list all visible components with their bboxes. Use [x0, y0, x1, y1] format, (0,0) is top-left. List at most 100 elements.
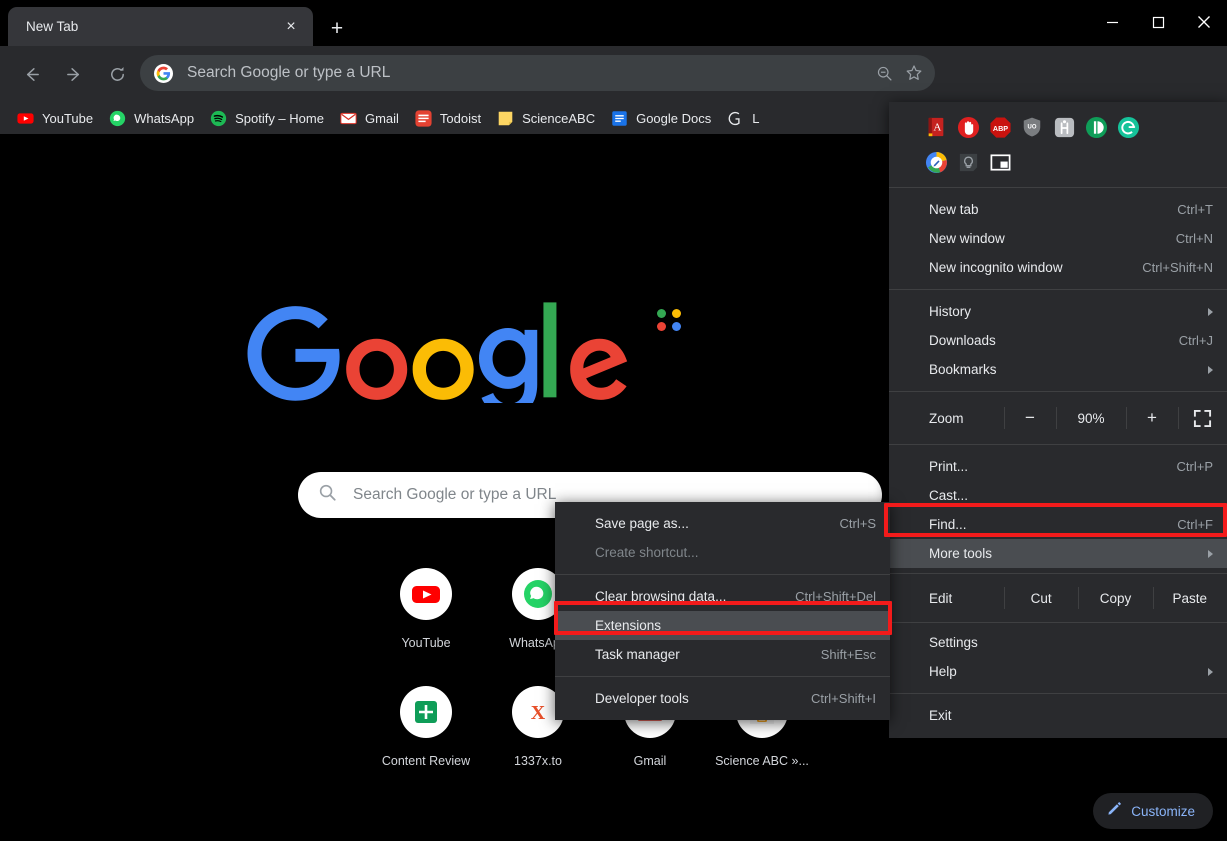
star-icon[interactable] [899, 58, 929, 88]
svg-text:X: X [531, 702, 546, 724]
menu-item-label: Cast... [929, 488, 1213, 503]
menu-item-downloads[interactable]: Downloads Ctrl+J [889, 326, 1227, 355]
bookmark-label: YouTube [42, 111, 93, 126]
menu-item-accel: Ctrl+P [1177, 459, 1213, 474]
shortcut-tile[interactable]: Content Review [370, 672, 482, 768]
zoom-out-icon[interactable] [869, 58, 899, 88]
more-tools-submenu: Save page as... Ctrl+S Create shortcut..… [555, 502, 890, 720]
submenu-item-clear-browsing-data[interactable]: Clear browsing data... Ctrl+Shift+Del [555, 582, 890, 611]
chrome-main-menu: A ABP UO [889, 102, 1227, 738]
menu-item-label: New incognito window [929, 260, 1124, 275]
copy-button[interactable]: Copy [1078, 579, 1152, 617]
bookmark-spotify[interactable]: Spotify – Home [202, 105, 332, 131]
stop-hand-icon[interactable] [955, 114, 981, 140]
google-logo [245, 299, 645, 403]
bookmark-whatsapp[interactable]: WhatsApp [101, 105, 202, 131]
svg-text:ABP: ABP [992, 124, 1007, 132]
menu-item-accel: Ctrl+N [1176, 231, 1213, 246]
submenu-item-save-page-as[interactable]: Save page as... Ctrl+S [555, 509, 890, 538]
bookmark-google-docs[interactable]: Google Docs [603, 105, 719, 131]
menu-item-print[interactable]: Print... Ctrl+P [889, 452, 1227, 481]
submenu-item-task-manager[interactable]: Task manager Shift+Esc [555, 640, 890, 669]
close-tab-icon[interactable]: × [278, 14, 304, 40]
menu-item-help[interactable]: Help [889, 657, 1227, 686]
zoom-in-button[interactable]: + [1126, 399, 1178, 437]
bookmark-todoist[interactable]: Todoist [407, 105, 489, 131]
address-bar[interactable]: Search Google or type a URL [140, 55, 935, 91]
bookmark-scienceabc[interactable]: ScienceABC [489, 105, 603, 131]
shortcut-label: Gmail [634, 754, 667, 768]
menu-item-accel: Ctrl+J [1179, 333, 1213, 348]
back-icon[interactable] [14, 57, 48, 91]
menu-item-label: More tools [929, 546, 1196, 561]
menu-item-exit[interactable]: Exit [889, 701, 1227, 730]
svg-text:A: A [933, 122, 941, 134]
content-review-icon [400, 686, 452, 738]
menu-item-new-incognito-window[interactable]: New incognito window Ctrl+Shift+N [889, 253, 1227, 282]
address-bar-text: Search Google or type a URL [187, 64, 869, 82]
menu-item-accel: Ctrl+F [1177, 517, 1213, 532]
menu-item-label: Help [929, 664, 1196, 679]
apps-dot [672, 309, 681, 318]
menu-item-history[interactable]: History [889, 297, 1227, 326]
note-lightbulb-icon[interactable] [955, 149, 981, 175]
menu-item-label: New window [929, 231, 1158, 246]
shortcut-label: YouTube [401, 636, 450, 650]
menu-separator [889, 187, 1227, 188]
cut-button[interactable]: Cut [1004, 579, 1078, 617]
new-tab-button[interactable]: + [322, 14, 352, 44]
menu-edit-row: Edit Cut Copy Paste [889, 579, 1227, 617]
menu-item-more-tools[interactable]: More tools [889, 539, 1227, 568]
zoom-label: Zoom [889, 399, 1004, 437]
zoom-out-button[interactable]: − [1004, 399, 1056, 437]
menu-zoom-row: Zoom − 90% + [889, 399, 1227, 437]
menu-extension-row-2 [889, 144, 1227, 180]
menu-item-find[interactable]: Find... Ctrl+F [889, 510, 1227, 539]
menu-item-label: History [929, 304, 1196, 319]
menu-item-label: Clear browsing data... [595, 589, 777, 604]
bookmark-partial[interactable]: L [719, 105, 767, 131]
menu-separator [889, 573, 1227, 574]
apps-dot [672, 322, 681, 331]
menu-item-new-tab[interactable]: New tab Ctrl+T [889, 195, 1227, 224]
bookmark-label: Google Docs [636, 111, 711, 126]
honey-icon[interactable] [1051, 114, 1077, 140]
bookmark-label: Spotify – Home [235, 111, 324, 126]
menu-item-bookmarks[interactable]: Bookmarks [889, 355, 1227, 384]
shortcut-tile[interactable]: YouTube [370, 554, 482, 650]
forward-icon[interactable] [57, 57, 91, 91]
menu-item-settings[interactable]: Settings [889, 628, 1227, 657]
adblock-plus-icon[interactable]: ABP [987, 114, 1013, 140]
grammarly-icon[interactable] [1115, 114, 1141, 140]
ublock-origin-icon[interactable]: UO [1019, 114, 1045, 140]
browser-tab[interactable]: New Tab × [8, 7, 313, 46]
picture-in-picture-icon[interactable] [987, 149, 1013, 175]
paste-button[interactable]: Paste [1153, 579, 1227, 617]
reload-icon[interactable] [100, 57, 134, 91]
menu-item-cast[interactable]: Cast... [889, 481, 1227, 510]
menu-extension-row-1: A ABP UO [889, 110, 1227, 144]
close-icon[interactable] [1181, 0, 1227, 44]
google-keep-icon[interactable] [923, 149, 949, 175]
fullscreen-icon[interactable] [1178, 399, 1227, 437]
bookmark-gmail[interactable]: Gmail [332, 105, 407, 131]
bookmark-youtube[interactable]: YouTube [9, 105, 101, 131]
submenu-arrow-icon [1208, 668, 1213, 676]
minimize-icon[interactable] [1089, 0, 1135, 44]
submenu-item-developer-tools[interactable]: Developer tools Ctrl+Shift+I [555, 684, 890, 713]
todoist-icon [415, 110, 432, 127]
menu-item-new-window[interactable]: New window Ctrl+N [889, 224, 1227, 253]
dictionary-icon[interactable]: A [923, 114, 949, 140]
menu-item-label: New tab [929, 202, 1159, 217]
shortcut-label: 1337x.to [514, 754, 562, 768]
submenu-item-extensions[interactable]: Extensions [555, 611, 890, 640]
pocket-icon[interactable] [1083, 114, 1109, 140]
submenu-arrow-icon [1208, 550, 1213, 558]
apps-dots-indicator[interactable] [657, 309, 683, 331]
menu-separator [889, 391, 1227, 392]
generic-site-icon [727, 110, 744, 127]
customize-button[interactable]: Customize [1093, 793, 1213, 829]
ntp-search-placeholder: Search Google or type a URL [353, 486, 556, 504]
maximize-icon[interactable] [1135, 0, 1181, 44]
menu-item-label: Exit [929, 708, 1213, 723]
